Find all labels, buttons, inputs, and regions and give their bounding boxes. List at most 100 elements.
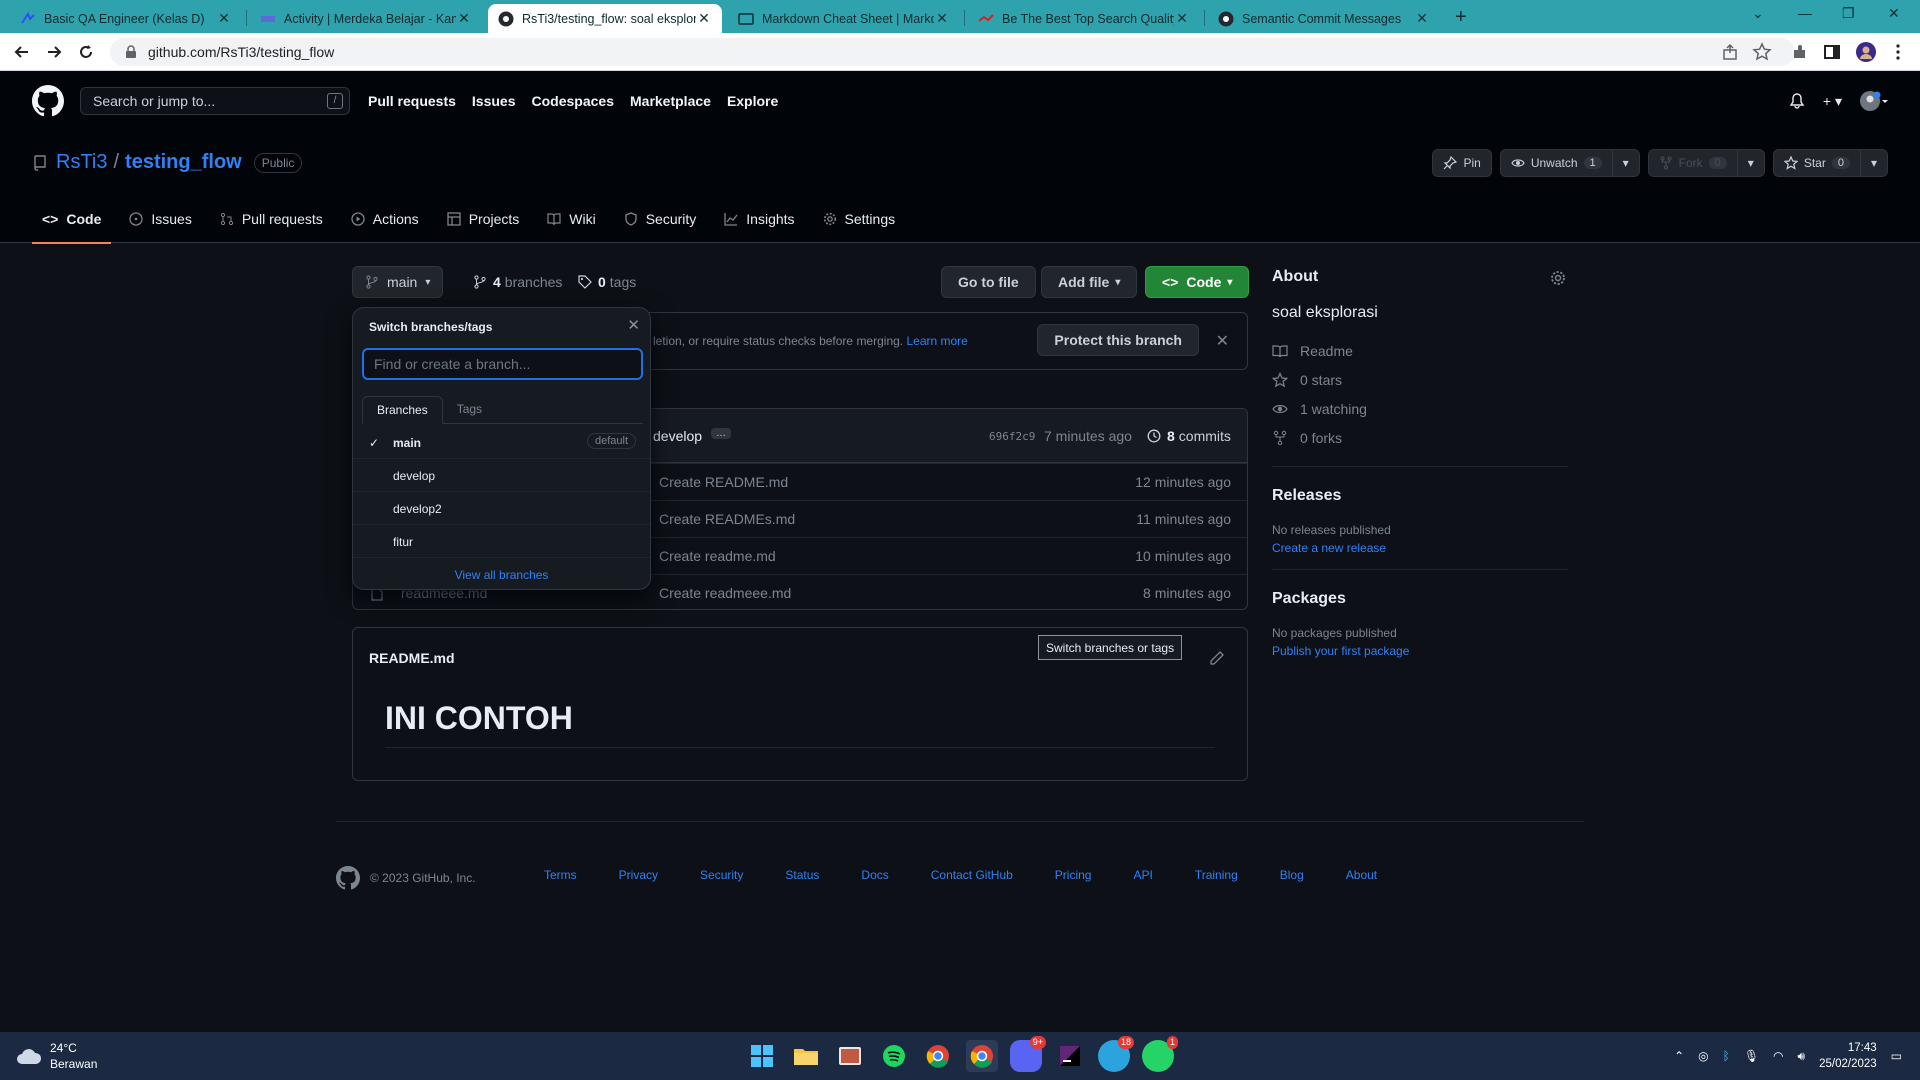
close-tab-icon[interactable]: ✕ xyxy=(1174,10,1190,27)
chrome-active-icon[interactable] xyxy=(966,1040,998,1072)
branch-item-main[interactable]: ✓ main default xyxy=(353,426,650,459)
repo-owner-link[interactable]: RsTi3 xyxy=(56,151,107,174)
footer-link-privacy[interactable]: Privacy xyxy=(619,868,658,882)
close-tab-icon[interactable]: ✕ xyxy=(216,10,232,27)
branch-item-fitur[interactable]: fitur xyxy=(353,525,650,558)
edit-pencil-icon[interactable] xyxy=(1209,650,1225,666)
github-logo-icon[interactable] xyxy=(336,866,360,890)
code-button[interactable]: <> Code ▾ xyxy=(1145,266,1250,298)
windows-start-icon[interactable] xyxy=(746,1040,778,1072)
tab-issues[interactable]: Issues xyxy=(119,201,201,237)
branches-link[interactable]: 4 branches xyxy=(473,274,562,290)
footer-link-terms[interactable]: Terms xyxy=(544,868,577,882)
branch-item-develop2[interactable]: develop2 xyxy=(353,492,650,525)
user-avatar-menu[interactable] xyxy=(1860,91,1888,111)
jetbrains-icon[interactable] xyxy=(1054,1040,1086,1072)
star-dropdown-icon[interactable]: ▾ xyxy=(1859,150,1887,176)
branch-select-button[interactable]: main ▾ xyxy=(352,266,444,298)
fork-button[interactable]: Fork 0 ▾ xyxy=(1647,149,1765,177)
file-commit-message[interactable]: Create readme.md xyxy=(659,548,776,564)
profile-avatar[interactable] xyxy=(1856,42,1876,62)
minimize-icon[interactable]: — xyxy=(1798,5,1812,21)
browser-tab[interactable]: Basic QA Engineer (Kelas D) ✕ xyxy=(10,4,242,33)
spotify-icon[interactable] xyxy=(878,1040,910,1072)
publish-package-link[interactable]: Publish your first package xyxy=(1272,644,1568,658)
tab-search-icon[interactable]: ⌄ xyxy=(1752,5,1764,22)
create-release-link[interactable]: Create a new release xyxy=(1272,541,1568,555)
readme-link[interactable]: Readme xyxy=(1272,336,1568,365)
nav-issues[interactable]: Issues xyxy=(472,93,516,109)
add-file-button[interactable]: Add file ▾ xyxy=(1041,266,1138,298)
tab-security[interactable]: Security xyxy=(614,201,707,237)
tray-app-icon[interactable]: ◎ xyxy=(1698,1049,1708,1063)
forks-link[interactable]: 0 forks xyxy=(1272,423,1568,452)
file-commit-message[interactable]: Create README.md xyxy=(659,474,788,490)
footer-link-api[interactable]: API xyxy=(1133,868,1152,882)
global-search-input[interactable]: Search or jump to... / xyxy=(80,87,350,115)
footer-link-contact[interactable]: Contact GitHub xyxy=(931,868,1013,882)
tab-actions[interactable]: Actions xyxy=(341,201,429,237)
star-button[interactable]: Star 0 ▾ xyxy=(1772,149,1888,177)
close-icon[interactable]: ✕ xyxy=(627,316,640,334)
reload-icon[interactable] xyxy=(76,42,96,62)
close-tab-icon[interactable]: ✕ xyxy=(1414,10,1430,27)
branch-item-develop[interactable]: develop xyxy=(353,459,650,492)
forward-icon[interactable] xyxy=(44,42,64,62)
view-all-branches-link[interactable]: View all branches xyxy=(353,568,650,582)
tab-projects[interactable]: Projects xyxy=(437,201,530,237)
tab-wiki[interactable]: Wiki xyxy=(537,201,605,237)
commits-link[interactable]: 8 commits xyxy=(1147,428,1231,444)
extensions-icon[interactable] xyxy=(1790,42,1810,62)
fork-dropdown-icon[interactable]: ▾ xyxy=(1736,150,1764,176)
dismiss-banner-icon[interactable]: ✕ xyxy=(1216,331,1229,351)
share-icon[interactable] xyxy=(1720,42,1740,62)
tab-settings[interactable]: Settings xyxy=(813,201,906,237)
restore-icon[interactable]: ❐ xyxy=(1842,5,1855,22)
notifications-bell-icon[interactable] xyxy=(1789,93,1805,109)
commit-branch-ref[interactable]: develop xyxy=(653,428,702,444)
microphone-icon[interactable]: 🎙︎ xyxy=(1744,1049,1759,1063)
nav-pull-requests[interactable]: Pull requests xyxy=(368,93,456,109)
browser-menu-icon[interactable] xyxy=(1888,42,1908,62)
url-bar[interactable]: github.com/RsTi3/testing_flow xyxy=(110,38,1795,66)
footer-link-pricing[interactable]: Pricing xyxy=(1055,868,1092,882)
close-window-icon[interactable]: ✕ xyxy=(1888,5,1900,22)
close-tab-icon[interactable]: ✕ xyxy=(934,10,950,27)
chrome-icon[interactable] xyxy=(922,1040,954,1072)
close-tab-icon[interactable]: ✕ xyxy=(456,10,472,27)
tab-tags[interactable]: Tags xyxy=(443,396,496,423)
browser-tab[interactable]: Semantic Commit Messages ✕ xyxy=(1208,4,1440,33)
footer-link-docs[interactable]: Docs xyxy=(861,868,888,882)
unwatch-dropdown-icon[interactable]: ▾ xyxy=(1611,150,1639,176)
bookmark-star-icon[interactable] xyxy=(1752,42,1772,62)
footer-link-training[interactable]: Training xyxy=(1195,868,1238,882)
new-tab-icon[interactable]: + xyxy=(1455,6,1467,29)
wifi-icon[interactable]: ◠ xyxy=(1773,1049,1783,1063)
volume-icon[interactable]: 🔊︎ xyxy=(1798,1049,1806,1064)
browser-tab[interactable]: Be The Best Top Search Quality E ✕ xyxy=(968,4,1200,33)
footer-link-status[interactable]: Status xyxy=(785,868,819,882)
nav-codespaces[interactable]: Codespaces xyxy=(532,93,614,109)
protect-branch-button[interactable]: Protect this branch xyxy=(1037,324,1199,356)
notification-center-icon[interactable]: ▭ xyxy=(1891,1049,1902,1063)
footer-link-blog[interactable]: Blog xyxy=(1280,868,1304,882)
unwatch-button[interactable]: Unwatch 1 ▾ xyxy=(1499,149,1640,177)
back-icon[interactable] xyxy=(12,42,32,62)
branch-filter-input[interactable] xyxy=(362,348,643,380)
file-commit-message[interactable]: Create readmeee.md xyxy=(659,585,791,601)
browser-tab-active[interactable]: RsTi3/testing_flow: soal eksplora ✕ xyxy=(488,4,722,33)
tab-code[interactable]: <> Code xyxy=(32,201,112,244)
bluetooth-icon[interactable]: ᛒ xyxy=(1723,1049,1730,1063)
telegram-icon[interactable]: 18 xyxy=(1098,1036,1134,1072)
repo-name-link[interactable]: testing_flow xyxy=(125,151,242,174)
gear-icon[interactable] xyxy=(1550,270,1566,286)
file-explorer-icon[interactable] xyxy=(790,1040,822,1072)
pin-button[interactable]: Pin xyxy=(1432,149,1492,177)
watching-link[interactable]: 1 watching xyxy=(1272,394,1568,423)
packages-heading[interactable]: Packages xyxy=(1272,590,1568,608)
commit-ellipsis-button[interactable]: … xyxy=(711,428,731,439)
browser-tab[interactable]: Activity | Merdeka Belajar - Kamp ✕ xyxy=(250,4,482,33)
discord-icon[interactable]: 9+ xyxy=(1010,1036,1046,1072)
create-new-menu-icon[interactable]: + ▾ xyxy=(1823,93,1842,110)
footer-link-about[interactable]: About xyxy=(1346,868,1377,882)
